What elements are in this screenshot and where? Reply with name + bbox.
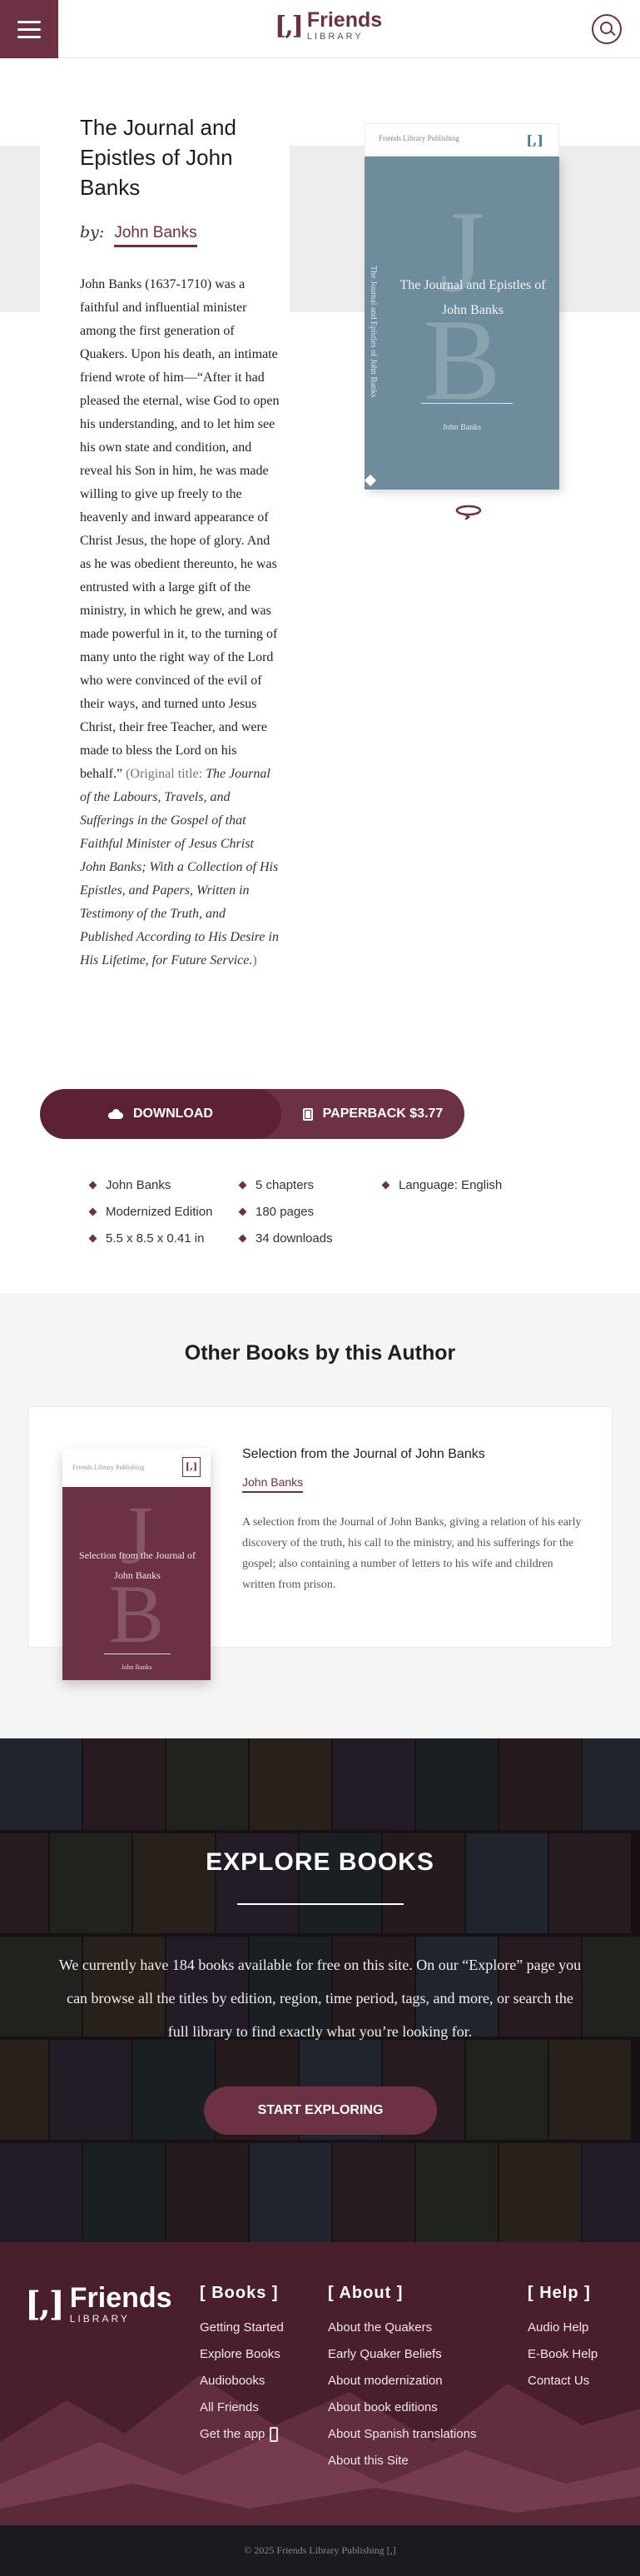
meta-author: John Banks — [88, 1178, 171, 1192]
original-title-suffix: ) — [252, 953, 257, 967]
by-label: by: — [80, 223, 105, 241]
copyright: © 2025 Friends Library Publishing [,] — [0, 2525, 640, 2576]
footer-link-book-editions[interactable]: About book editions — [328, 2394, 476, 2421]
explore-rule — [237, 1903, 404, 1905]
meta-edition: Modernized Edition — [88, 1205, 213, 1219]
phone-icon — [270, 2427, 279, 2443]
explore-text: We currently have 184 books available fo… — [58, 1957, 582, 2040]
footer-link-about-site[interactable]: About this Site — [328, 2448, 476, 2474]
original-title: The Journal of the Labours, Travels, and… — [80, 767, 279, 967]
diamond-icon — [238, 1207, 247, 1216]
footer-link-getting-started[interactable]: Getting Started — [200, 2315, 284, 2341]
footer-link-contact[interactable]: Contact Us — [528, 2368, 598, 2394]
site-logo[interactable]: [,] Friends LIBRARY — [275, 10, 382, 42]
small-cover-top: Friends Library Publishing [,] — [62, 1449, 211, 1487]
footer-link-ebook-help[interactable]: E-Book Help — [528, 2341, 598, 2368]
footer-link-spanish[interactable]: About Spanish translations — [328, 2421, 476, 2448]
cover-mini-logo: [,] — [526, 132, 543, 148]
meta-size-value: 5.5 x 8.5 x 0.41 in — [106, 1231, 205, 1246]
footer-link-about-quakers[interactable]: About the Quakers — [328, 2315, 476, 2341]
book-title: The Journal and Epistles of John Banks — [80, 115, 236, 200]
footer-about-heading: [ About ] — [328, 2284, 404, 2302]
footer-logo-subtitle: LIBRARY — [69, 2313, 130, 2325]
cover-top: Friends Library Publishing [,] — [365, 123, 559, 157]
other-book-title[interactable]: Selection from the Journal of John Banks — [242, 1447, 485, 1462]
book-cover: Friends Library Publishing [,] The Journ… — [364, 123, 559, 490]
meta-language: Language: English — [381, 1178, 503, 1192]
logo-name: Friends — [306, 8, 383, 32]
explore-section: EXPLORE BOOKS We currently have 184 book… — [0, 1738, 640, 2242]
book-description: John Banks (1637-1710) was a faithful an… — [80, 273, 280, 972]
cover-author: John Banks — [442, 423, 482, 432]
by-line: by: John Banks — [80, 223, 197, 247]
search-icon[interactable] — [592, 14, 622, 44]
meta-chapters: 5 chapters — [238, 1178, 315, 1192]
footer-books-heading: [ Books ] — [200, 2284, 279, 2302]
cover-publisher: Friends Library Publishing — [379, 134, 459, 142]
footer-link-audio-help[interactable]: Audio Help — [528, 2315, 598, 2341]
logo-subtitle: LIBRARY — [306, 32, 364, 42]
cover-diamond-icon — [364, 474, 377, 487]
cover-title: The Journal and Epistles of John Banks — [399, 278, 546, 317]
hamburger-menu-icon[interactable] — [0, 0, 58, 58]
original-title-prefix: (Original title: — [126, 767, 206, 781]
footer-link-modernization[interactable]: About modernization — [328, 2368, 476, 2394]
footer-about-column: [ About ] About the Quakers Early Quaker… — [328, 2284, 476, 2474]
meta-author-value[interactable]: John Banks — [106, 1178, 171, 1192]
other-book-description: A selection from the Journal of John Ban… — [242, 1516, 582, 1591]
cover-rule — [421, 403, 513, 404]
meta-language-value: Language: English — [399, 1178, 503, 1192]
meta-pages: 180 pages — [238, 1205, 315, 1219]
meta-size: 5.5 x 8.5 x 0.41 in — [88, 1231, 205, 1246]
small-cover-title: Selection from the Journal of John Banks — [79, 1549, 196, 1581]
get-app-label: Get the app — [200, 2427, 265, 2441]
download-button[interactable]: DOWNLOAD — [40, 1089, 281, 1139]
footer-link-get-app[interactable]: Get the app — [200, 2421, 284, 2448]
action-buttons: PAPERBACK $3.77 DOWNLOAD — [40, 1089, 464, 1139]
diamond-icon — [381, 1181, 390, 1190]
other-books-heading: Other Books by this Author — [184, 1341, 456, 1365]
diamond-icon — [238, 1234, 247, 1243]
footer-help-heading: [ Help ] — [528, 2284, 591, 2302]
footer-help-column: [ Help ] Audio Help E-Book Help Contact … — [528, 2284, 598, 2394]
description-main: John Banks (1637-1710) was a faithful an… — [80, 277, 280, 781]
small-cover-author: John Banks — [121, 1663, 152, 1671]
author-link[interactable]: John Banks — [114, 224, 197, 247]
start-exploring-button[interactable]: START EXPLORING — [204, 2086, 437, 2135]
footer-logo[interactable]: [,] Friends LIBRARY — [25, 2284, 172, 2324]
site-header: [,] Friends LIBRARY — [0, 0, 640, 58]
cover-body: The Journal and Epistles of John Banks J… — [364, 157, 559, 490]
footer-logo-name: Friends — [69, 2282, 172, 2314]
paperback-label: PAPERBACK $3.77 — [322, 1106, 444, 1121]
meta-downloads-value: 34 downloads — [256, 1231, 333, 1246]
diamond-icon — [238, 1181, 247, 1190]
footer-logo-mark: [,] — [25, 2284, 65, 2324]
small-cover-publisher: Friends Library Publishing — [72, 1464, 145, 1471]
book-icon — [302, 1107, 313, 1121]
meta-downloads: 34 downloads — [238, 1231, 333, 1246]
other-book-author[interactable]: John Banks — [242, 1475, 304, 1493]
logo-mark: [,] — [275, 11, 304, 41]
small-cover-mini-logo: [,] — [182, 1457, 201, 1477]
footer-link-audiobooks[interactable]: Audiobooks — [200, 2368, 284, 2394]
diamond-icon — [88, 1234, 97, 1243]
footer-books-column: [ Books ] Getting Started Explore Books … — [200, 2284, 284, 2448]
cloud-download-icon — [108, 1109, 123, 1119]
footer-link-all-friends[interactable]: All Friends — [200, 2394, 284, 2421]
explore-title: EXPLORE BOOKS — [206, 1848, 434, 1876]
footer-link-explore-books[interactable]: Explore Books — [200, 2341, 284, 2368]
meta-pages-value: 180 pages — [256, 1205, 315, 1219]
small-cover-body: JB Selection from the Journal of John Ba… — [62, 1487, 211, 1680]
rotate-cover-icon[interactable] — [454, 503, 484, 520]
meta-chapters-value: 5 chapters — [256, 1178, 315, 1192]
footer-link-early-beliefs[interactable]: Early Quaker Beliefs — [328, 2341, 476, 2368]
site-footer: [,] Friends LIBRARY [ Books ] Getting St… — [0, 2242, 640, 2525]
other-books-section: Other Books by this Author Friends Libra… — [0, 1293, 640, 1738]
other-book-cover[interactable]: Friends Library Publishing [,] JB Select… — [62, 1449, 211, 1680]
diamond-icon — [88, 1181, 97, 1190]
diamond-icon — [88, 1207, 97, 1216]
other-book-card[interactable]: Friends Library Publishing [,] JB Select… — [28, 1406, 613, 1680]
meta-edition-value: Modernized Edition — [106, 1205, 213, 1219]
download-label: DOWNLOAD — [133, 1106, 213, 1121]
